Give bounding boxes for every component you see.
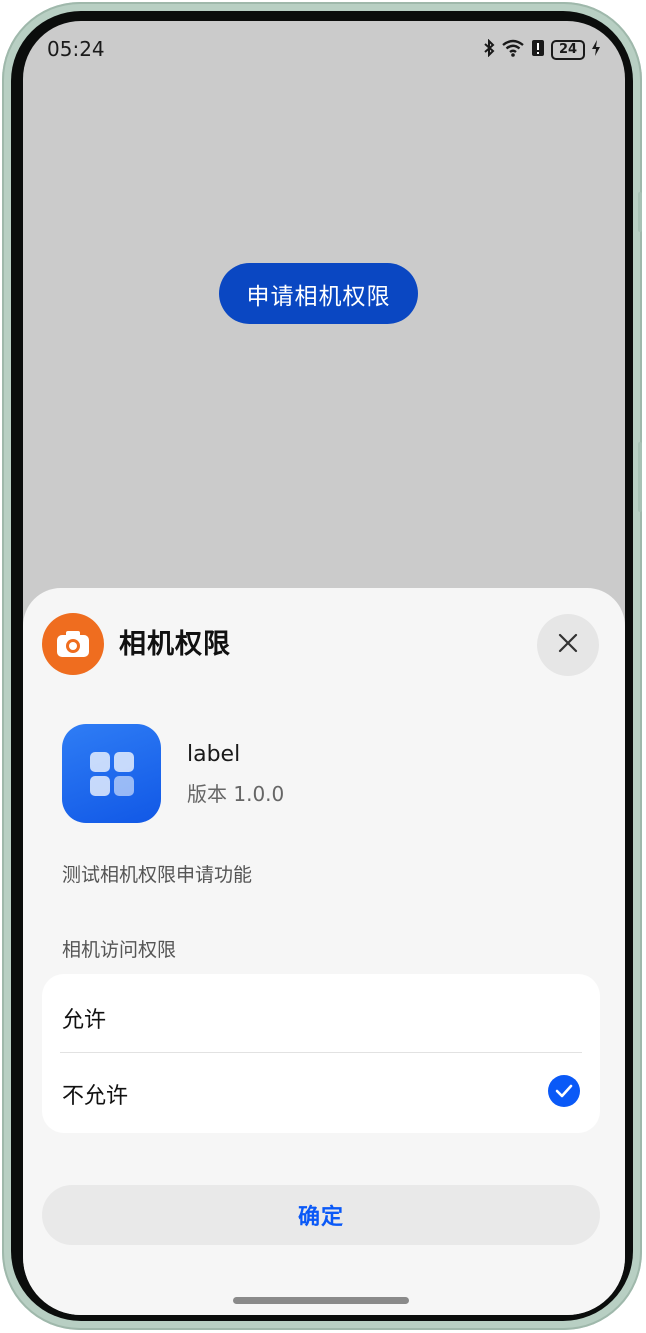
status-bar: 05:24 24 [23,21,625,77]
screen: 05:24 24 申请相机权限 相机权限 label 版本 1.0.0 测试相机… [23,21,625,1315]
check-icon [548,1075,580,1107]
close-icon [558,633,578,657]
confirm-button[interactable]: 确定 [42,1185,600,1245]
status-icons: 24 [483,38,601,61]
side-button [638,442,642,512]
request-camera-permission-button[interactable]: 申请相机权限 [219,263,418,324]
side-button [638,192,642,232]
close-button[interactable] [537,614,599,676]
permission-description: 测试相机权限申请功能 [62,864,253,886]
permission-sheet: 相机权限 label 版本 1.0.0 测试相机权限申请功能 相机访问权限 允许… [23,588,625,1315]
camera-icon [42,613,104,675]
option-allow[interactable]: 允许 [42,978,600,1054]
option-label: 不允许 [62,1084,129,1109]
divider [60,1052,582,1053]
app-name: label [187,742,241,767]
charging-icon [591,39,601,61]
option-deny[interactable]: 不允许 [42,1054,600,1130]
phone-frame: 05:24 24 申请相机权限 相机权限 label 版本 1.0.0 测试相机… [2,2,642,1330]
option-label: 允许 [62,1008,107,1033]
sheet-title: 相机权限 [119,629,231,660]
home-indicator[interactable] [233,1297,409,1304]
permission-options: 允许 不允许 [42,974,600,1133]
app-version: 版本 1.0.0 [187,782,285,806]
section-label: 相机访问权限 [62,939,177,961]
status-time: 05:24 [47,37,105,61]
alert-icon [531,39,545,61]
bluetooth-icon [483,38,495,61]
battery-icon: 24 [551,40,585,60]
wifi-icon [501,39,525,61]
app-grid-icon [62,724,161,823]
